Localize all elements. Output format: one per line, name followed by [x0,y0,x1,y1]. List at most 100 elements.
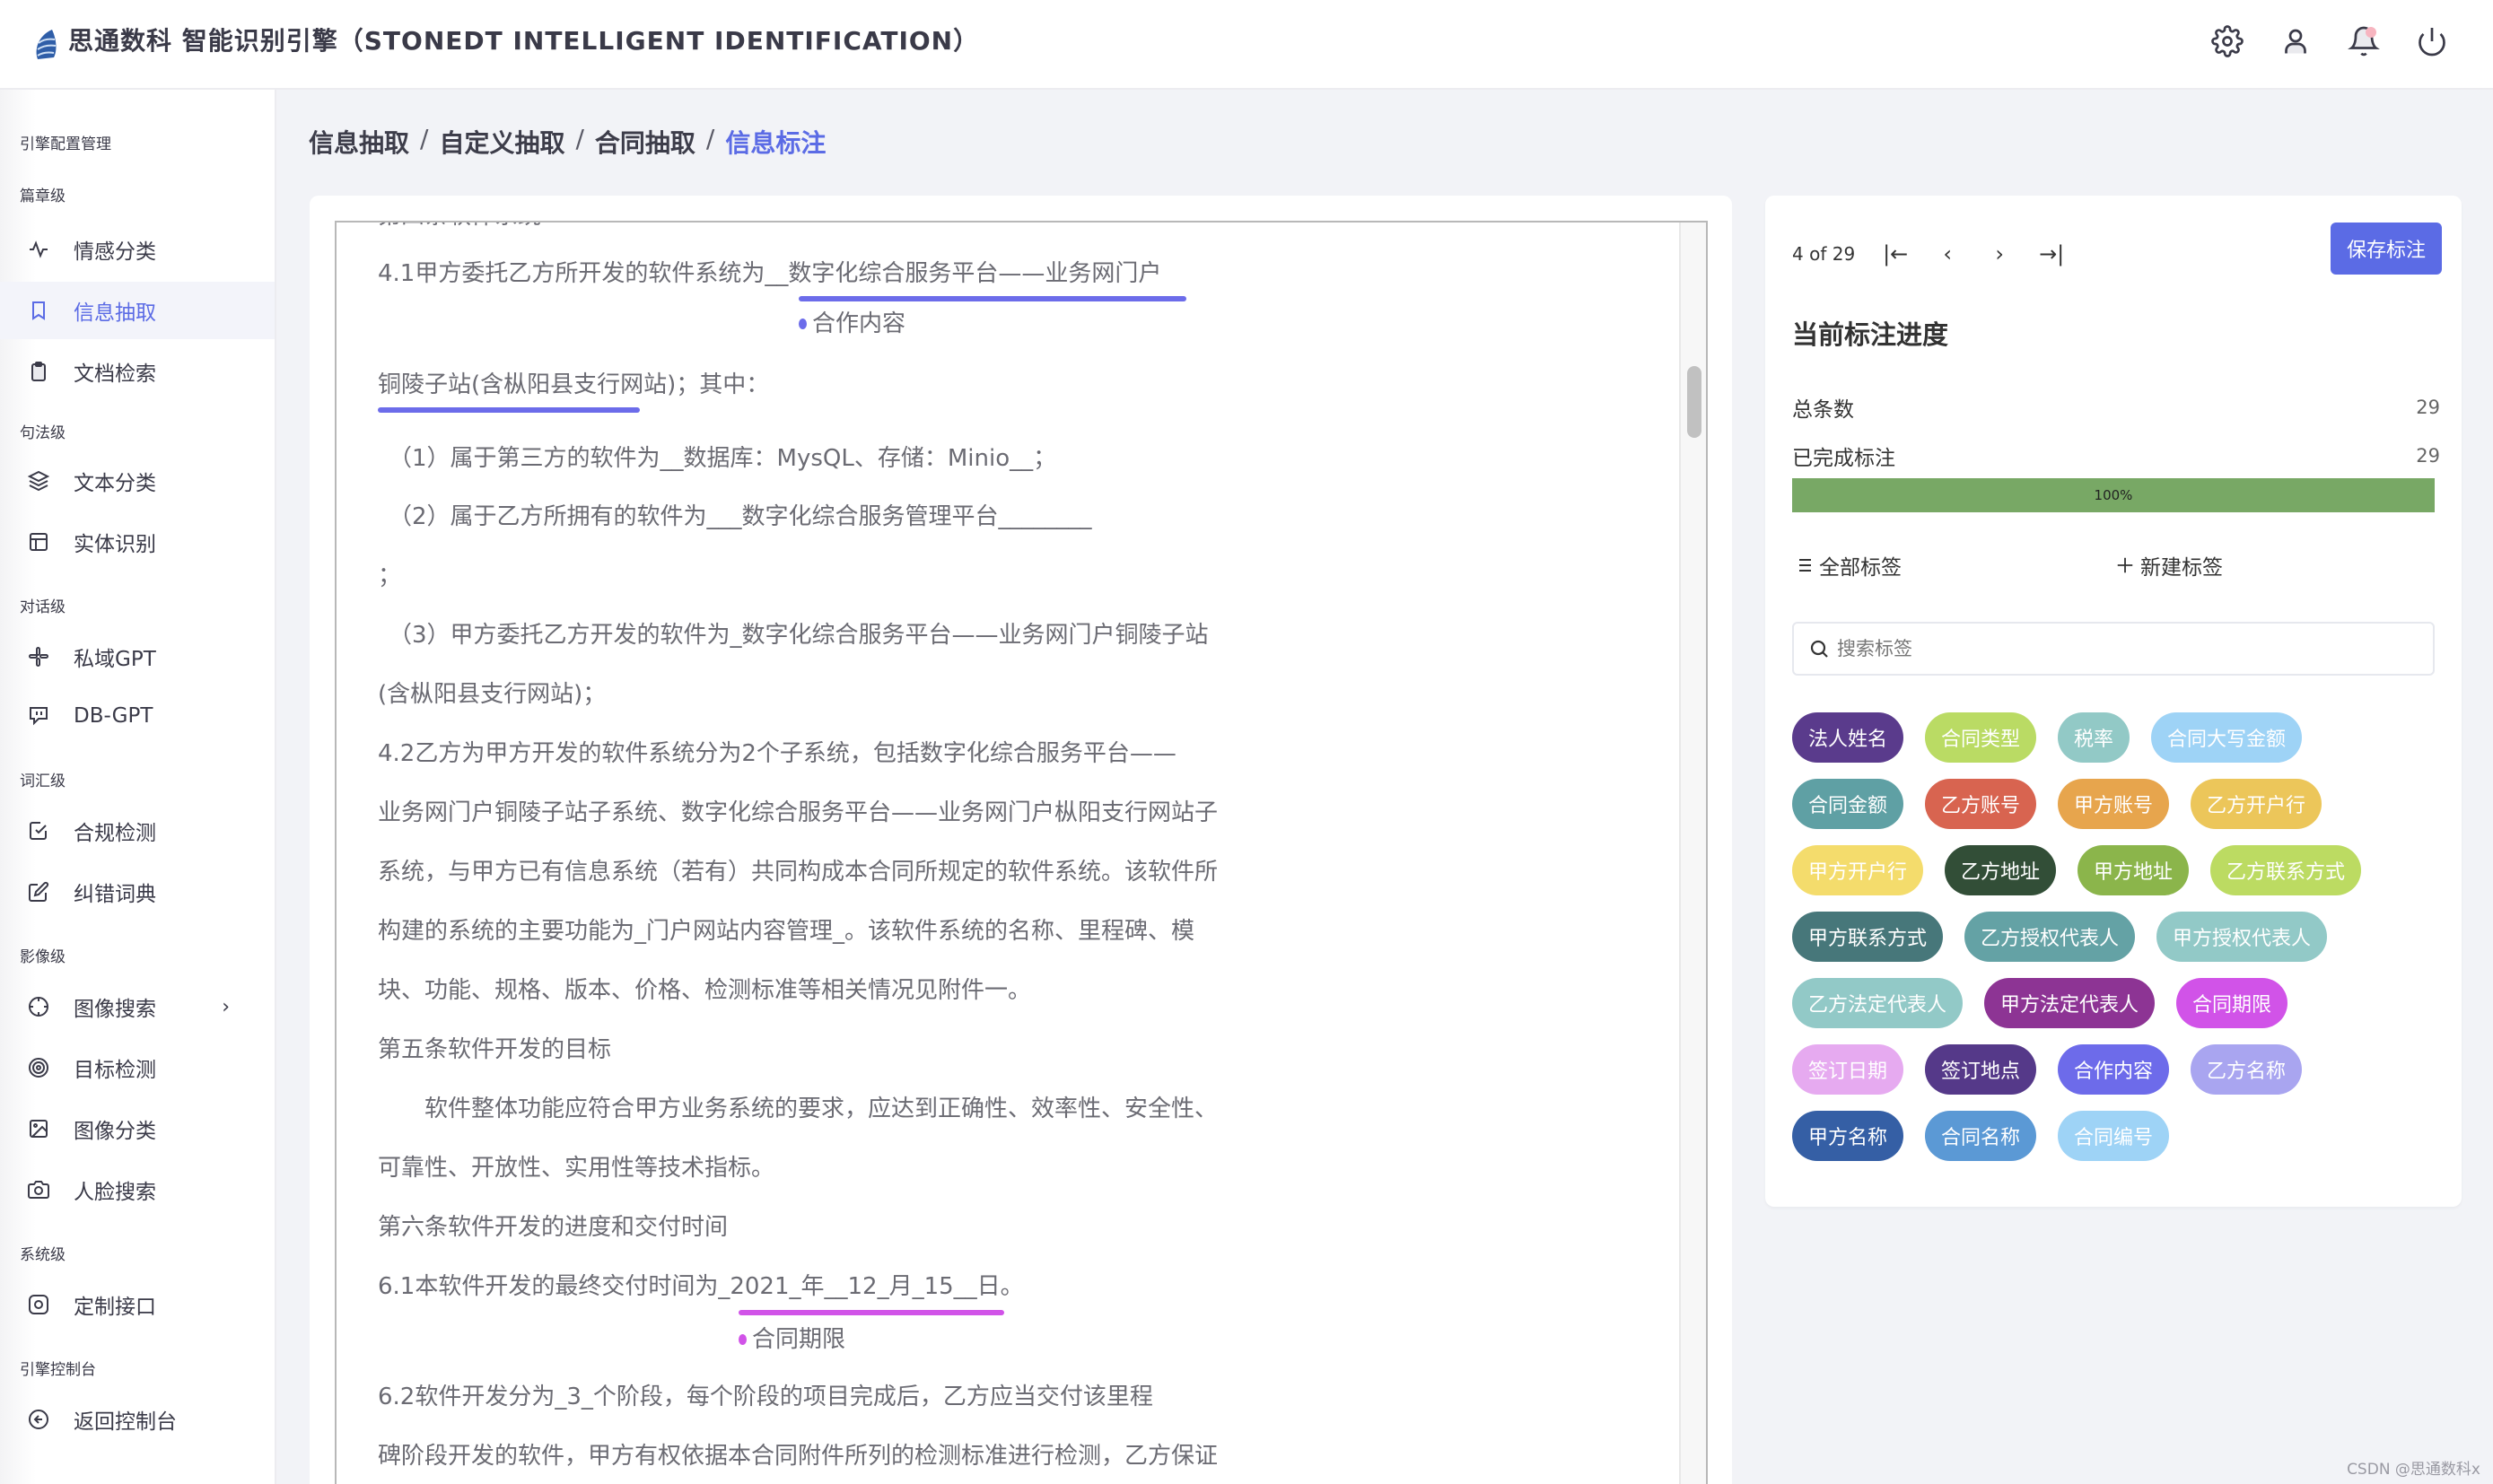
search-icon [1810,640,1828,658]
document-line: 碑阶段开发的软件，甲方有权依据本合同附件所列的检测标准进行检测，乙方保证 [378,1443,1219,1470]
tag-chip[interactable]: 合同类型 [1925,712,2037,763]
sidebar-item-compliance[interactable]: 合规检测 [0,802,275,860]
breadcrumb-item[interactable]: 自定义抽取 [439,124,564,160]
tag-chip[interactable]: 合同大写金额 [2151,712,2303,763]
tag-chip[interactable]: 甲方联系方式 [1792,912,1944,962]
sidebar-item-label: 合规检测 [74,822,156,845]
sidebar-item-label: 实体识别 [74,533,156,556]
sidebar-item-entity-recognition[interactable]: 实体识别 [0,513,275,571]
annotation-underline-cooperation[interactable] [799,296,1186,301]
tag-chip[interactable]: 乙方开户行 [2191,779,2322,829]
next-page-icon[interactable]: › [1986,241,2013,266]
tag-chip[interactable]: 甲方法定代表人 [1984,978,2156,1028]
sidebar-item-image-classify[interactable]: 图像分类 [0,1100,275,1157]
check-square-icon [27,819,50,842]
progress-fill: 100% [1792,478,2435,512]
tag-chip[interactable]: 签订日期 [1792,1044,1904,1095]
sidebar: 引擎配置管理 篇章级 情感分类 信息抽取 文档检索 句法级 文本分类 实体识别 … [0,90,276,1484]
tag-chip[interactable]: 合同金额 [1792,779,1904,829]
power-icon[interactable] [2416,25,2448,57]
document-line: 4.2乙方为甲方开发的软件系统分为2个子系统，包括数字化综合服务平台—— [378,740,1177,767]
sidebar-item-label: 图像搜索 [74,998,156,1021]
sidebar-item-label: 纠错词典 [74,883,156,906]
user-icon[interactable] [2279,25,2312,57]
sidebar-group-console: 引擎控制台 [20,1361,96,1379]
annotation-label-cooperation[interactable]: 合作内容 [799,309,905,339]
tag-chip[interactable]: 乙方法定代表人 [1792,978,1964,1028]
tag-chip[interactable]: 合同编号 [2058,1111,2170,1161]
document-line: 第四条软件系统 [378,223,541,231]
tag-chip[interactable]: 甲方授权代表人 [2156,912,2328,962]
sidebar-item-label: 定制接口 [74,1296,156,1319]
annotation-label-text: 合同期限 [752,1326,846,1353]
instagram-icon [27,1293,50,1316]
document-line: 软件整体功能应符合甲方业务系统的要求，应达到正确性、效率性、安全性、 [378,1096,1219,1122]
sidebar-item-private-gpt[interactable]: 私域GPT [0,628,275,685]
sidebar-item-text-classify[interactable]: 文本分类 [0,452,275,510]
document-viewer[interactable]: 第四条软件系统 4.1甲方委托乙方所开发的软件系统为__数字化综合服务平台——业… [335,221,1708,1484]
scrollbar-thumb[interactable] [1687,366,1701,438]
tag-row: 签订日期 签订地点 合作内容 乙方名称 [1792,1044,2435,1095]
sidebar-item-sentiment[interactable]: 情感分类 [0,221,275,278]
breadcrumb-item[interactable]: 合同抽取 [595,124,695,160]
prev-page-icon[interactable]: ‹ [1934,241,1961,266]
sidebar-item-object-detection[interactable]: 目标检测 [0,1039,275,1096]
tag-chip[interactable]: 甲方名称 [1792,1111,1904,1161]
new-tag-button[interactable]: 新建标签 [2115,550,2223,581]
target-icon [27,1056,50,1079]
sidebar-item-image-search[interactable]: 图像搜索 › [0,978,275,1035]
sidebar-item-label: 目标检测 [74,1059,156,1082]
tag-chip[interactable]: 合同期限 [2176,978,2288,1028]
tag-chip[interactable]: 税率 [2058,712,2130,763]
sidebar-item-info-extraction[interactable]: 信息抽取 [0,282,275,339]
document-line: 块、功能、规格、版本、价格、检测标准等相关情况见附件一。 [378,977,1032,1004]
tag-chip[interactable]: 乙方联系方式 [2210,845,2362,895]
all-tags-button[interactable]: 全部标签 [1792,550,1902,581]
stat-done: 已完成标注 29 [1792,440,2440,472]
tag-chip[interactable]: 法人姓名 [1792,712,1904,763]
settings-icon[interactable] [2211,25,2244,57]
sidebar-item-custom-api[interactable]: 定制接口 [0,1276,275,1333]
tag-chip[interactable]: 甲方地址 [2078,845,2190,895]
plus-icon [2117,557,2133,573]
last-page-icon[interactable]: →| [2038,241,2065,266]
document-line: 可靠性、开放性、实用性等技术指标。 [378,1155,775,1182]
tag-chip[interactable]: 合同名称 [1925,1111,2037,1161]
tag-row: 合同金额 乙方账号 甲方账号 乙方开户行 [1792,779,2435,829]
tag-chip[interactable]: 乙方授权代表人 [1964,912,2136,962]
sidebar-item-back-to-console[interactable]: 返回控制台 [0,1391,275,1448]
breadcrumb-item[interactable]: 信息抽取 [309,124,409,160]
sidebar-item-correction-dict[interactable]: 纠错词典 [0,863,275,921]
annotation-label-term[interactable]: 合同期限 [739,1324,845,1355]
tag-search-input[interactable] [1837,638,2411,659]
sidebar-item-db-gpt[interactable]: DB-GPT [0,687,275,745]
bookmark-icon [27,299,50,322]
breadcrumb: 信息抽取 / 自定义抽取 / 合同抽取 / 信息标注 [309,124,826,160]
document-line: （3）甲方委托乙方开发的软件为_数字化综合服务平台——业务网门户铜陵子站 [389,622,1209,649]
tag-chip[interactable]: 乙方名称 [2191,1044,2303,1095]
list-icon [1795,559,1811,572]
annotation-underline-cooperation-cont[interactable] [378,407,640,413]
sidebar-group-dialog: 对话级 [20,598,66,616]
slack-icon [27,645,50,668]
progress-title: 当前标注进度 [1792,319,1949,350]
document-line: 铜陵子站(含枞阳县支行网站)；其中： [378,371,770,398]
document-scrollbar[interactable] [1679,223,1706,1484]
tag-chip[interactable]: 乙方账号 [1925,779,2037,829]
first-page-icon[interactable]: |← [1882,241,1909,266]
annotation-underline-term[interactable] [739,1310,1004,1315]
all-tags-label: 全部标签 [1819,556,1902,580]
sidebar-item-label: 私域GPT [74,648,156,671]
tag-chip[interactable]: 乙方地址 [1945,845,2057,895]
tag-chip[interactable]: 甲方账号 [2058,779,2170,829]
sidebar-item-face-search[interactable]: 人脸搜索 [0,1161,275,1218]
save-annotation-button[interactable]: 保存标注 [2331,223,2442,275]
tag-chip[interactable]: 甲方开户行 [1792,845,1924,895]
tag-chip[interactable]: 签订地点 [1925,1044,2037,1095]
sidebar-item-doc-search[interactable]: 文档检索 [0,343,275,400]
tag-chip[interactable]: 合作内容 [2058,1044,2170,1095]
pager: 4 of 29 |← ‹ › →| [1792,231,2090,276]
bell-icon[interactable] [2348,25,2380,57]
annotation-panel: 4 of 29 |← ‹ › →| 保存标注 当前标注进度 总条数 29 已完成… [1765,196,2462,1207]
sidebar-group-system: 系统级 [20,1246,66,1264]
